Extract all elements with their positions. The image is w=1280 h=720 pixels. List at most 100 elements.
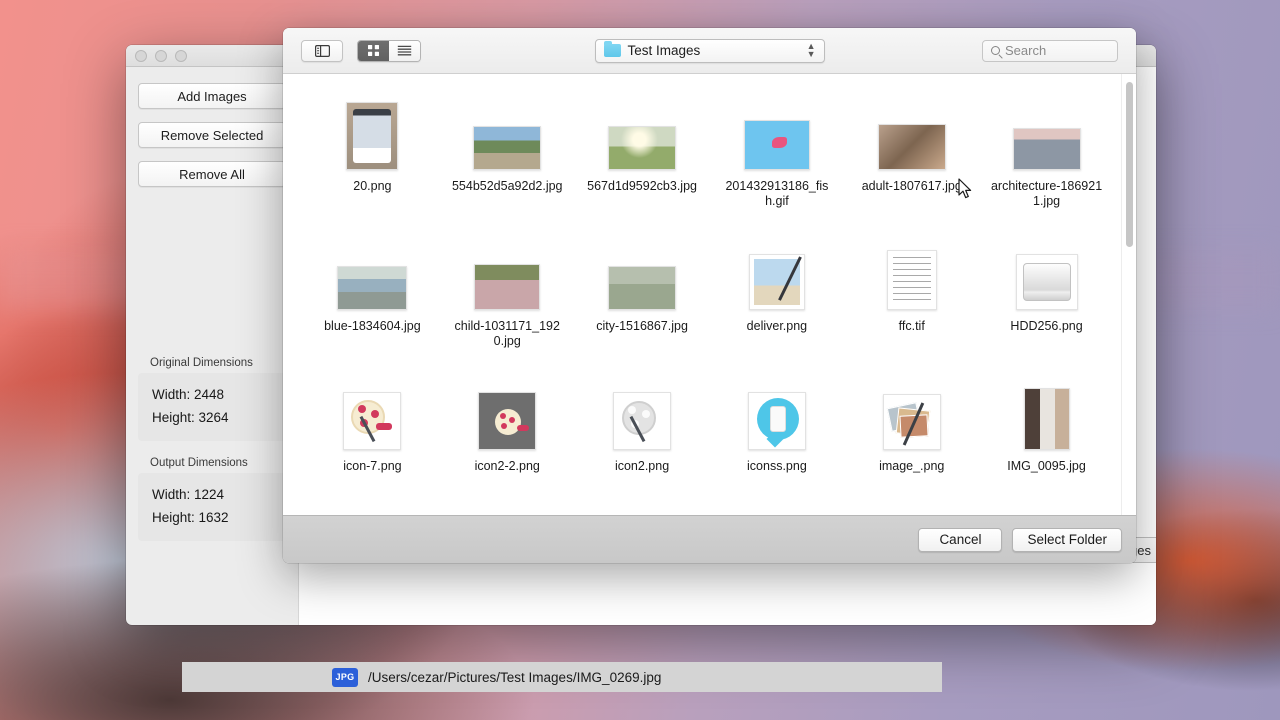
- output-width-value: Width: 1224: [152, 487, 225, 502]
- file-item[interactable]: 20.png: [305, 88, 440, 228]
- file-name: HDD256.png: [1010, 319, 1083, 333]
- original-dimensions-box: Width: 2448 Height: 3264: [138, 373, 286, 441]
- thumbnail-wrap: [339, 508, 405, 515]
- selected-file-path: /Users/cezar/Pictures/Test Images/IMG_02…: [368, 669, 662, 685]
- close-button[interactable]: [135, 49, 147, 62]
- original-height-value: Height: 3264: [152, 410, 229, 425]
- thumbnail-fish-gif: [743, 120, 810, 170]
- file-item[interactable]: 201432913186_fish.gif: [709, 88, 844, 228]
- thumbnail-img0095: [1023, 388, 1070, 450]
- thumbnail-ffc-tif: [886, 250, 937, 310]
- file-name: child-1031171_1920.jpg: [454, 319, 560, 348]
- file-item[interactable]: [979, 508, 1114, 515]
- zoom-button[interactable]: [175, 49, 187, 62]
- choose-folder-sheet[interactable]: Test Images ▲ ▼ Search 20.png 554b52d5a9…: [283, 28, 1136, 563]
- output-dimensions-group: Output Dimensions Width: 1224 Height: 16…: [138, 457, 286, 557]
- file-name: 567d1d9592cb3.jpg: [587, 179, 697, 193]
- file-item[interactable]: iconss.png: [709, 368, 844, 508]
- thumbnail-wrap: [613, 368, 672, 450]
- file-item[interactable]: blue-1834604.jpg: [305, 228, 440, 368]
- file-item[interactable]: icon-7.png: [305, 368, 440, 508]
- sheet-toolbar: Test Images ▲ ▼ Search: [283, 28, 1136, 74]
- sidebar-controls: Add Images Remove Selected Remove All Or…: [126, 67, 298, 625]
- icon-view-button[interactable]: [358, 40, 389, 61]
- jpg-badge-icon: JPG: [332, 667, 358, 687]
- sidebar-icon: [314, 44, 330, 57]
- file-item[interactable]: [844, 508, 979, 515]
- file-name: iconss.png: [747, 459, 807, 473]
- file-item[interactable]: deliver.png: [709, 228, 844, 368]
- file-name: icon2.png: [614, 459, 670, 473]
- file-item[interactable]: [709, 508, 844, 515]
- mouse-cursor: [958, 178, 972, 199]
- file-name: IMG_0095.jpg: [1007, 459, 1086, 473]
- file-item[interactable]: 554b52d5a92d2.jpg: [440, 88, 575, 228]
- search-field[interactable]: Search: [982, 39, 1118, 62]
- thumbnail-wrap: [473, 88, 542, 170]
- file-grid: 20.png 554b52d5a92d2.jpg 567d1d9592cb3.j…: [283, 74, 1136, 515]
- original-dimensions-group: Original Dimensions Width: 2448 Height: …: [138, 357, 286, 457]
- file-item[interactable]: ffc.tif: [844, 228, 979, 368]
- thumbnail-wrap: [747, 368, 806, 450]
- thumbnail-city: [608, 266, 677, 310]
- file-name: deliver.png: [746, 319, 808, 333]
- desktop-wallpaper: Add Images Remove Selected Remove All Or…: [0, 0, 1280, 720]
- file-browser-area[interactable]: 20.png 554b52d5a92d2.jpg 567d1d9592cb3.j…: [283, 74, 1136, 515]
- thumbnail-iconss: [747, 392, 806, 450]
- cancel-button[interactable]: Cancel: [918, 527, 1003, 552]
- thumbnail-wrap: [1014, 508, 1080, 515]
- minimize-button[interactable]: [155, 49, 167, 62]
- file-item[interactable]: architecture-1869211.jpg: [979, 88, 1114, 228]
- output-dimensions-title: Output Dimensions: [150, 457, 248, 469]
- file-name: city-1516867.jpg: [596, 319, 688, 333]
- thumbnail-hdd: [1015, 254, 1078, 310]
- sheet-footer: Cancel Select Folder: [283, 515, 1136, 563]
- search-placeholder: Search: [1005, 43, 1047, 58]
- thumbnail-blue-car: [337, 266, 408, 310]
- thumbnail-icon2: [613, 392, 672, 450]
- sidebar-toggle-button[interactable]: [301, 39, 343, 62]
- file-item[interactable]: icon2-2.png: [440, 368, 575, 508]
- file-item[interactable]: image_.png: [844, 368, 979, 508]
- thumbnail-wrap: [1012, 88, 1081, 170]
- file-name: 20.png: [353, 179, 392, 193]
- thumbnail-wrap: [1015, 228, 1078, 310]
- selected-file-path-row[interactable]: JPG /Users/cezar/Pictures/Test Images/IM…: [182, 662, 942, 692]
- file-name: ffc.tif: [898, 319, 925, 333]
- file-item[interactable]: city-1516867.jpg: [575, 228, 710, 368]
- select-folder-button[interactable]: Select Folder: [1012, 527, 1122, 552]
- file-name: icon2-2.png: [474, 459, 540, 473]
- remove-selected-button[interactable]: Remove Selected: [138, 122, 286, 148]
- thumbnail-icon2-2: [478, 392, 537, 450]
- current-folder-name: Test Images: [627, 43, 701, 58]
- folder-popup-button[interactable]: Test Images ▲ ▼: [594, 38, 825, 63]
- file-item[interactable]: icon2.png: [575, 368, 710, 508]
- scrollbar-thumb[interactable]: [1126, 82, 1133, 247]
- file-name: architecture-1869211.jpg: [990, 179, 1103, 208]
- file-item[interactable]: 567d1d9592cb3.jpg: [575, 88, 710, 228]
- thumbnail-wrap: [1023, 368, 1070, 450]
- list-view-button[interactable]: [389, 40, 420, 61]
- view-mode-segmented-control[interactable]: [357, 39, 421, 62]
- thumbnail-554b52: [473, 126, 542, 170]
- original-width-value: Width: 2448: [152, 387, 225, 402]
- remove-all-button[interactable]: Remove All: [138, 161, 286, 187]
- thumbnail-icon-7: [343, 392, 402, 450]
- thumbnail-image: [882, 394, 941, 450]
- thumbnail-wrap: [744, 508, 810, 515]
- file-item[interactable]: child-1031171_1920.jpg: [440, 228, 575, 368]
- file-name: 201432913186_fish.gif: [725, 179, 829, 208]
- thumbnail-child: [474, 264, 541, 310]
- file-item[interactable]: IMG_0095.jpg: [979, 368, 1114, 508]
- file-item[interactable]: adult-1807617.jpg: [844, 88, 979, 228]
- file-item[interactable]: HDD256.png: [979, 228, 1114, 368]
- thumbnail-wrap: [474, 228, 541, 310]
- thumbnail-wrap: [478, 368, 537, 450]
- thumbnail-wrap: [609, 508, 675, 515]
- file-item[interactable]: [440, 508, 575, 515]
- add-images-button[interactable]: Add Images: [138, 83, 286, 109]
- file-item[interactable]: [305, 508, 440, 515]
- file-item[interactable]: [575, 508, 710, 515]
- file-name: adult-1807617.jpg: [861, 179, 962, 193]
- file-grid-scrollbar[interactable]: [1121, 74, 1136, 515]
